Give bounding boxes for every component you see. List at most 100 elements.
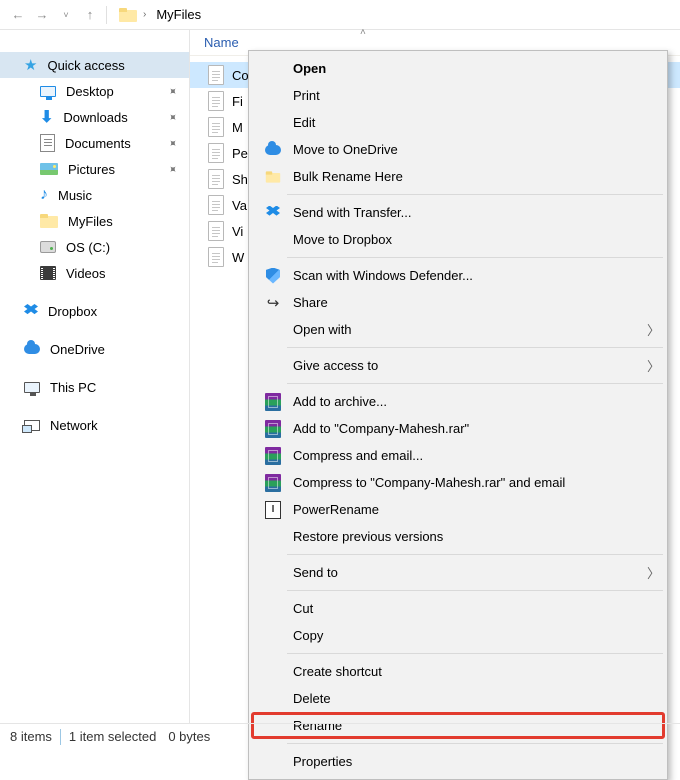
sidebar-network[interactable]: Network xyxy=(0,412,189,438)
menu-separator xyxy=(287,194,663,195)
menu-copy[interactable]: Copy xyxy=(251,622,665,649)
menu-restore-versions[interactable]: Restore previous versions xyxy=(251,523,665,550)
sidebar-item-pictures[interactable]: Pictures ✦ xyxy=(0,156,189,182)
file-name: Co xyxy=(232,68,249,83)
sidebar-item-videos[interactable]: Videos xyxy=(0,260,189,286)
sidebar-onedrive[interactable]: OneDrive xyxy=(0,336,189,362)
status-item-count: 8 items xyxy=(10,729,52,744)
sidebar-item-myfiles[interactable]: MyFiles xyxy=(0,208,189,234)
menu-bulk-rename[interactable]: Bulk Rename Here xyxy=(251,163,665,190)
nav-recent-dropdown[interactable]: ˅ xyxy=(54,3,78,27)
pictures-icon xyxy=(40,163,58,175)
sidebar-label: Quick access xyxy=(47,58,124,73)
menu-separator xyxy=(287,383,663,384)
music-icon: ♪ xyxy=(40,186,48,204)
status-selected: 1 item selected xyxy=(69,729,156,744)
menu-open-with[interactable]: Open with〉 xyxy=(251,316,665,343)
menu-give-access[interactable]: Give access to〉 xyxy=(251,352,665,379)
star-icon: ★ xyxy=(24,56,37,74)
sidebar-thispc[interactable]: This PC xyxy=(0,374,189,400)
file-name: Vi xyxy=(232,224,243,239)
document-icon xyxy=(208,195,224,215)
menu-send-transfer[interactable]: Send with Transfer... xyxy=(251,199,665,226)
sidebar-dropbox[interactable]: Dropbox xyxy=(0,298,189,324)
folder-icon xyxy=(119,8,137,22)
powerrename-icon: I xyxy=(265,501,281,519)
nav-divider xyxy=(106,6,107,24)
download-icon: ⬇ xyxy=(40,107,53,127)
archive-icon xyxy=(265,420,281,438)
menu-powerrename[interactable]: IPowerRename xyxy=(251,496,665,523)
submenu-arrow-icon: 〉 xyxy=(647,320,665,339)
menu-separator xyxy=(287,554,663,555)
share-icon: ↪ xyxy=(263,294,283,312)
menu-compress-email[interactable]: Compress and email... xyxy=(251,442,665,469)
sidebar-quick-access[interactable]: ★ Quick access xyxy=(0,52,189,78)
onedrive-icon xyxy=(24,344,40,354)
document-icon xyxy=(208,91,224,111)
sidebar-item-desktop[interactable]: Desktop ✦ xyxy=(0,78,189,104)
menu-cut[interactable]: Cut xyxy=(251,595,665,622)
file-name: M xyxy=(232,120,243,135)
menu-edit[interactable]: Edit xyxy=(251,109,665,136)
submenu-arrow-icon: 〉 xyxy=(647,356,665,375)
submenu-arrow-icon: 〉 xyxy=(647,563,665,582)
menu-delete[interactable]: Delete xyxy=(251,685,665,712)
dropbox-icon xyxy=(24,304,38,318)
menu-separator xyxy=(287,653,663,654)
shield-icon xyxy=(266,268,280,284)
archive-icon xyxy=(265,474,281,492)
network-icon xyxy=(24,420,40,431)
column-header-label: Name xyxy=(204,35,239,50)
sidebar-label: Pictures xyxy=(68,162,115,177)
navbar: ← → ˅ ↑ › MyFiles xyxy=(0,0,680,30)
onedrive-icon xyxy=(265,145,281,155)
menu-separator xyxy=(287,257,663,258)
thispc-icon xyxy=(24,382,40,393)
menu-compress-named-email[interactable]: Compress to "Company-Mahesh.rar" and ema… xyxy=(251,469,665,496)
column-header-name[interactable]: ˄ Name xyxy=(190,35,530,50)
nav-up-button[interactable]: ↑ xyxy=(78,3,102,27)
menu-move-onedrive[interactable]: Move to OneDrive xyxy=(251,136,665,163)
nav-back-button[interactable]: ← xyxy=(6,3,30,27)
document-icon xyxy=(208,221,224,241)
folder-icon xyxy=(40,214,58,228)
videos-icon xyxy=(40,266,56,280)
menu-share[interactable]: ↪Share xyxy=(251,289,665,316)
sidebar-label: OneDrive xyxy=(50,342,105,357)
menu-open[interactable]: Open xyxy=(251,55,665,82)
menu-scan-defender[interactable]: Scan with Windows Defender... xyxy=(251,262,665,289)
sidebar-label: Videos xyxy=(66,266,106,281)
menu-print[interactable]: Print xyxy=(251,82,665,109)
archive-icon xyxy=(265,447,281,465)
drive-icon xyxy=(40,241,56,253)
menu-send-to[interactable]: Send to〉 xyxy=(251,559,665,586)
sidebar-label: Network xyxy=(50,418,98,433)
nav-forward-button[interactable]: → xyxy=(30,3,54,27)
menu-move-dropbox[interactable]: Move to Dropbox xyxy=(251,226,665,253)
sidebar-item-music[interactable]: ♪ Music xyxy=(0,182,189,208)
archive-icon xyxy=(265,393,281,411)
sidebar-label: MyFiles xyxy=(68,214,113,229)
status-size: 0 bytes xyxy=(168,729,210,744)
status-bar: 8 items 1 item selected 0 bytes xyxy=(0,723,680,749)
file-name: Va xyxy=(232,198,247,213)
breadcrumb-folder[interactable]: MyFiles xyxy=(152,5,205,24)
menu-add-archive[interactable]: Add to archive... xyxy=(251,388,665,415)
context-menu: Open Print Edit Move to OneDrive Bulk Re… xyxy=(248,50,668,780)
menu-add-named-rar[interactable]: Add to "Company-Mahesh.rar" xyxy=(251,415,665,442)
pin-icon: ✦ xyxy=(165,135,181,151)
file-name: W xyxy=(232,250,244,265)
menu-create-shortcut[interactable]: Create shortcut xyxy=(251,658,665,685)
desktop-icon xyxy=(40,86,56,97)
sidebar-item-downloads[interactable]: ⬇ Downloads ✦ xyxy=(0,104,189,130)
sidebar-item-osc[interactable]: OS (C:) xyxy=(0,234,189,260)
sort-asc-icon: ˄ xyxy=(360,27,366,38)
document-icon xyxy=(208,169,224,189)
menu-properties[interactable]: Properties xyxy=(251,748,665,775)
pin-icon: ✦ xyxy=(165,83,181,99)
document-icon xyxy=(208,65,224,85)
file-name: Fi xyxy=(232,94,243,109)
sidebar-item-documents[interactable]: Documents ✦ xyxy=(0,130,189,156)
sidebar: ★ Quick access Desktop ✦ ⬇ Downloads ✦ D… xyxy=(0,30,190,723)
